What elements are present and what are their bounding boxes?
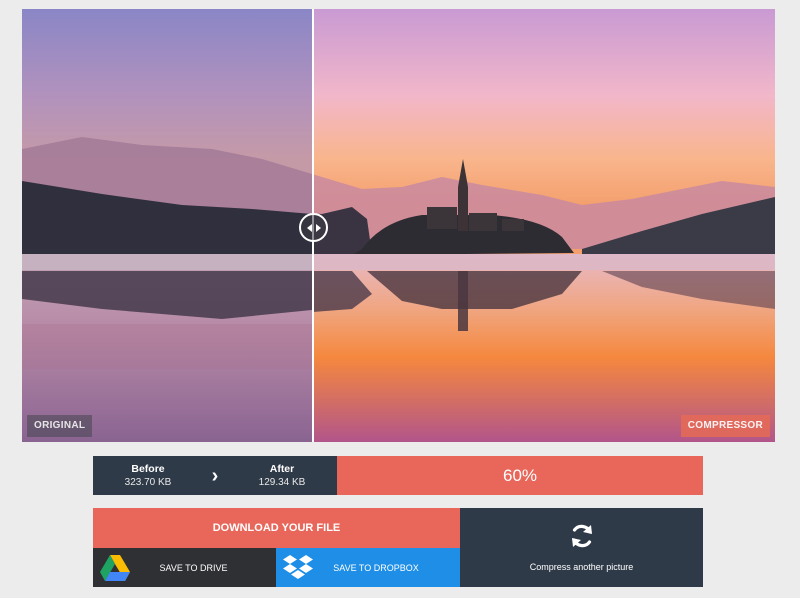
chevron-right-icon: › (211, 464, 219, 487)
refresh-icon (569, 523, 595, 554)
left-right-arrows-icon (306, 223, 321, 233)
compress-another-button[interactable]: Compress another picture (460, 508, 703, 587)
compressor-label: COMPRESSOR (680, 415, 770, 437)
dropbox-icon (276, 554, 320, 581)
download-button[interactable]: DOWNLOAD YOUR FILE (93, 508, 460, 548)
reduction-percentage: 60% (337, 456, 703, 495)
original-image (22, 9, 313, 442)
after-size-block: After 129.34 KB (227, 462, 337, 489)
original-label: ORIGINAL (27, 415, 93, 437)
before-title: Before (131, 463, 165, 475)
image-comparison-viewer[interactable]: ORIGINAL COMPRESSOR (22, 9, 775, 442)
comparison-slider-handle[interactable] (299, 213, 328, 242)
save-to-dropbox-button[interactable]: SAVE TO DROPBOX (276, 548, 460, 587)
after-title: After (269, 463, 295, 475)
action-buttons: DOWNLOAD YOUR FILE SAVE TO DRIVE SAVE TO… (93, 508, 703, 587)
google-drive-icon (93, 554, 137, 581)
save-to-drive-label: SAVE TO DRIVE (159, 562, 228, 573)
after-size: 129.34 KB (258, 477, 306, 488)
save-to-drive-button[interactable]: SAVE TO DRIVE (93, 548, 276, 587)
size-summary: Before 323.70 KB › After 129.34 KB (93, 456, 337, 495)
compression-stats: Before 323.70 KB › After 129.34 KB 60% (93, 456, 703, 495)
before-size-block: Before 323.70 KB (93, 462, 203, 489)
save-to-dropbox-label: SAVE TO DROPBOX (333, 562, 419, 573)
compress-another-label: Compress another picture (529, 562, 634, 572)
before-size: 323.70 KB (124, 477, 172, 488)
